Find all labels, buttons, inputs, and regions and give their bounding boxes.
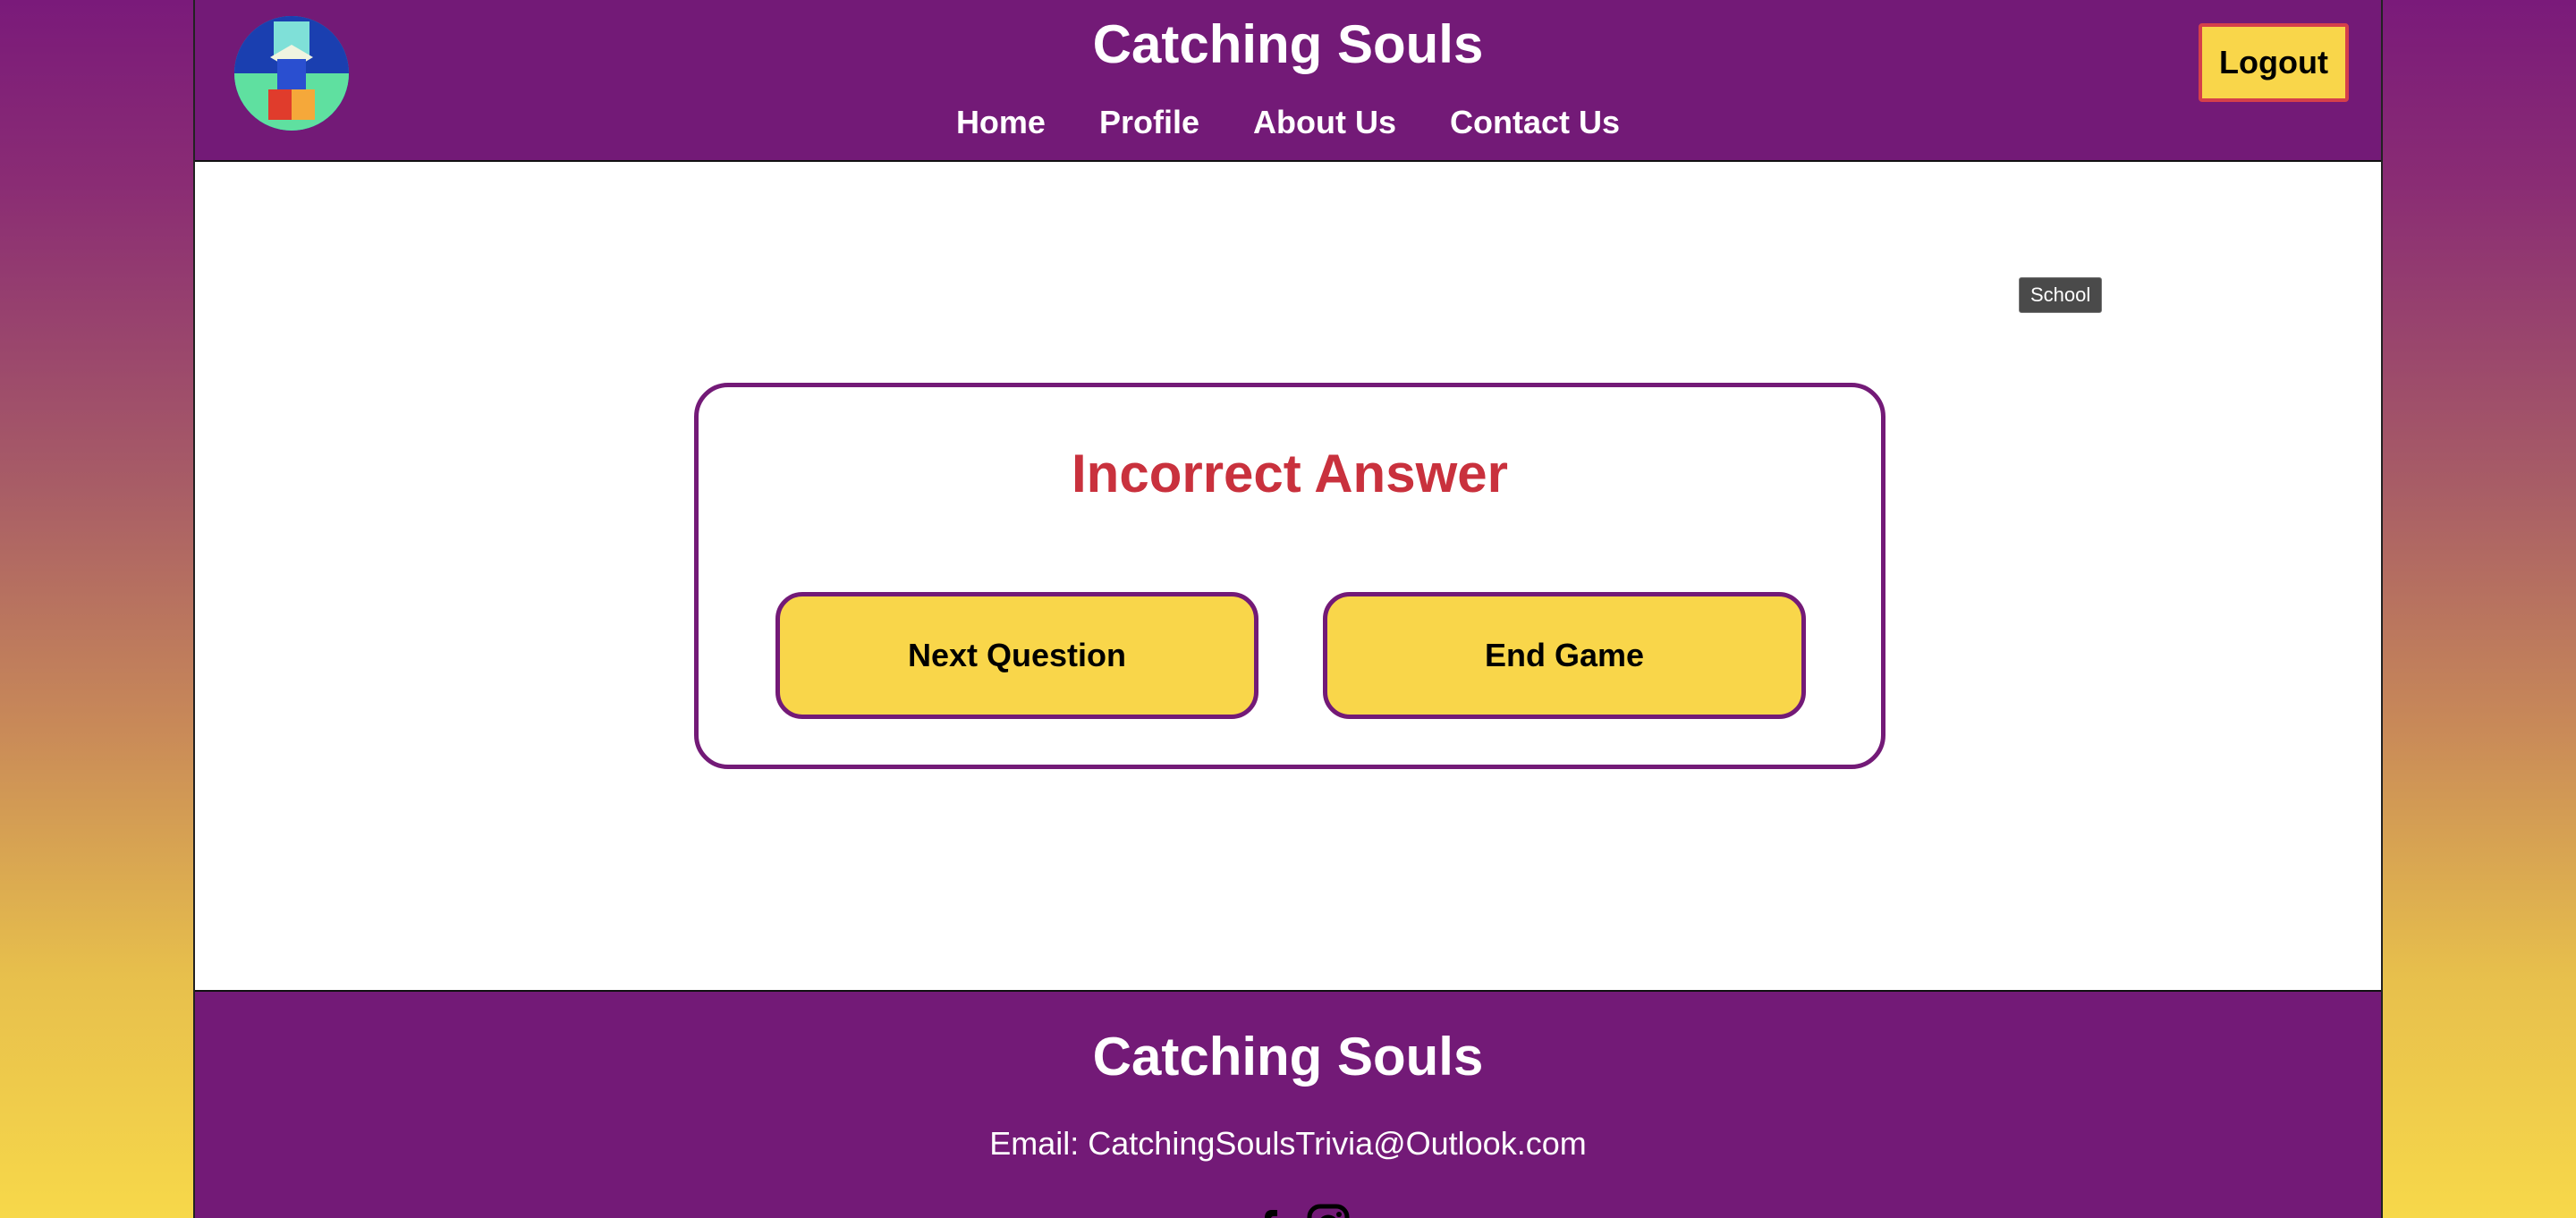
instagram-icon[interactable] — [1306, 1203, 1351, 1218]
site-footer: Catching Souls Email: CatchingSoulsTrivi… — [195, 990, 2381, 1218]
nav-about-us[interactable]: About Us — [1253, 104, 1396, 140]
result-title: Incorrect Answer — [1072, 444, 1508, 503]
site-header: Catching Souls Home Profile About Us Con… — [195, 0, 2381, 162]
main-nav: Home Profile About Us Contact Us — [195, 104, 2381, 141]
footer-title: Catching Souls — [1092, 1027, 1484, 1087]
nav-profile[interactable]: Profile — [1099, 104, 1199, 140]
result-card: Incorrect Answer Next Question End Game — [694, 383, 1885, 769]
end-game-button[interactable]: End Game — [1323, 592, 1806, 719]
nav-home[interactable]: Home — [956, 104, 1046, 140]
tooltip: School — [2019, 277, 2103, 313]
next-question-button[interactable]: Next Question — [775, 592, 1258, 719]
facebook-icon[interactable] — [1245, 1203, 1290, 1218]
footer-email: Email: CatchingSoulsTrivia@Outlook.com — [989, 1125, 1587, 1162]
site-title: Catching Souls — [1092, 14, 1484, 74]
nav-contact-us[interactable]: Contact Us — [1450, 104, 1620, 140]
page-container: Catching Souls Home Profile About Us Con… — [193, 0, 2383, 1218]
social-links — [1245, 1203, 1351, 1218]
logout-button[interactable]: Logout — [2199, 23, 2349, 102]
